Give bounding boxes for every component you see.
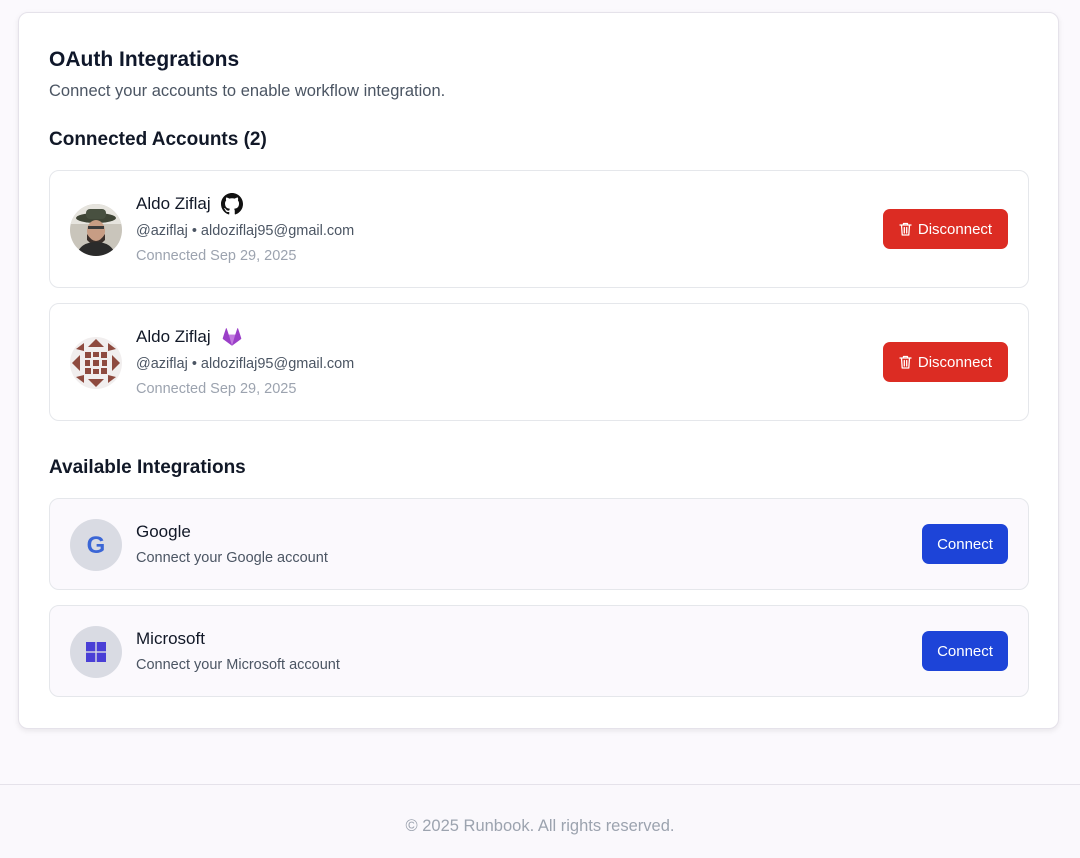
disconnect-button[interactable]: Disconnect (883, 342, 1008, 382)
account-name: Aldo Ziflaj (136, 194, 211, 213)
connect-microsoft-button[interactable]: Connect (922, 631, 1008, 671)
page-title: OAuth Integrations (49, 48, 240, 71)
account-handle: @aziflaj • aldoziflaj95@gmail.com (136, 223, 355, 239)
connect-google-button[interactable]: Connect (922, 524, 1008, 564)
account-name: Aldo Ziflaj (136, 327, 211, 346)
trash-icon (899, 222, 912, 236)
integration-microsoft: Microsoft Connect your Microsoft account… (49, 605, 1029, 697)
connected-account-github: Aldo Ziflaj @aziflaj • aldoziflaj95@gmai… (49, 170, 1029, 288)
gitlab-icon (221, 326, 243, 348)
account-connected-date: Connected Sep 29, 2025 (136, 381, 297, 397)
trash-icon (899, 355, 912, 369)
microsoft-icon (70, 626, 122, 678)
available-integrations-heading: Available Integrations (49, 457, 246, 478)
account-handle: @aziflaj • aldoziflaj95@gmail.com (136, 356, 355, 372)
integration-description: Connect your Microsoft account (136, 657, 340, 673)
integration-name: Microsoft (136, 629, 205, 648)
footer-copyright: © 2025 Runbook. All rights reserved. (405, 817, 675, 835)
account-connected-date: Connected Sep 29, 2025 (136, 248, 297, 264)
integration-google: G Google Connect your Google account Con… (49, 498, 1029, 590)
oauth-integrations-card: OAuth Integrations Connect your accounts… (18, 12, 1059, 729)
svg-text:G: G (87, 532, 106, 558)
integration-name: Google (136, 522, 191, 541)
page-subtitle: Connect your accounts to enable workflow… (49, 82, 446, 100)
disconnect-button[interactable]: Disconnect (883, 209, 1008, 249)
disconnect-label: Disconnect (917, 220, 993, 238)
avatar (70, 337, 122, 389)
avatar (70, 204, 122, 256)
google-icon: G (70, 519, 122, 571)
github-icon (220, 193, 243, 215)
connected-accounts-heading: Connected Accounts (2) (49, 129, 267, 150)
page-footer: © 2025 Runbook. All rights reserved. (0, 784, 1080, 858)
connected-account-gitlab: Aldo Ziflaj @aziflaj • aldoziflaj95@gmai… (49, 303, 1029, 421)
integration-description: Connect your Google account (136, 550, 328, 566)
disconnect-label: Disconnect (917, 353, 993, 371)
